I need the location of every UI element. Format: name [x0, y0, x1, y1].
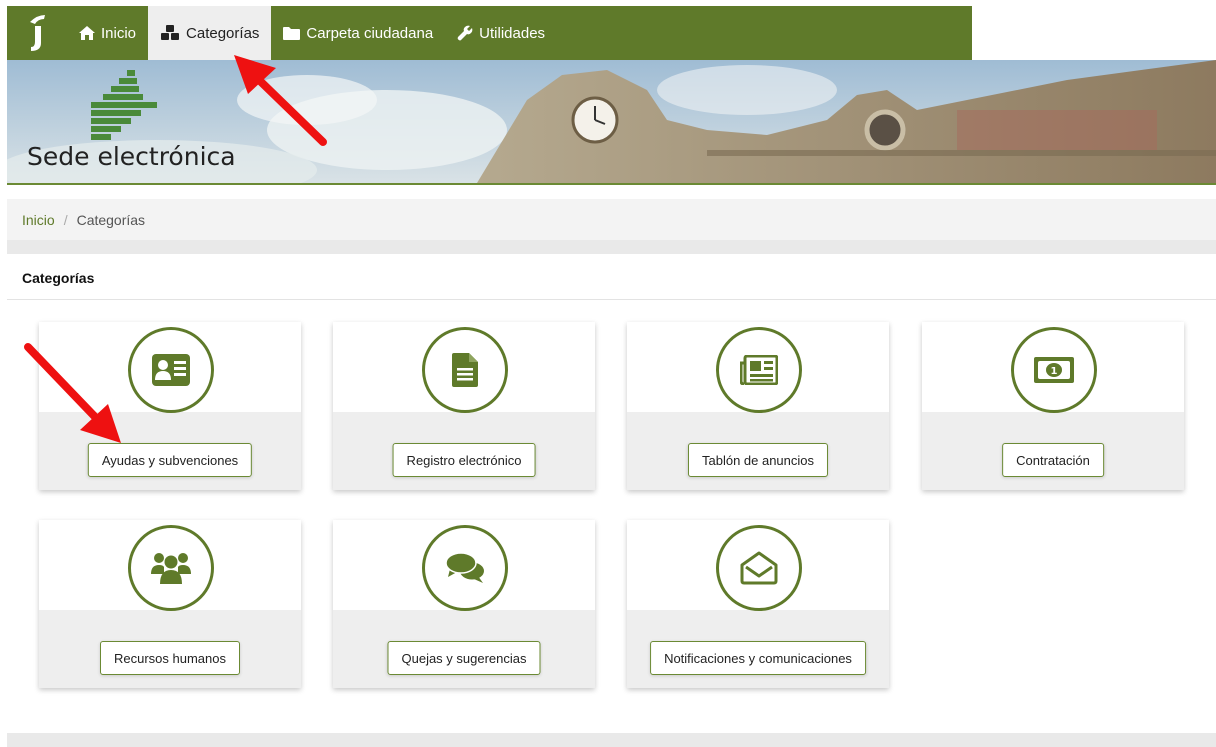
header-banner: Sede electrónica	[7, 60, 1216, 185]
category-label[interactable]: Contratación	[1002, 443, 1104, 477]
nav-item-label: Utilidades	[479, 24, 546, 42]
envelope-open-icon	[740, 551, 778, 585]
comments-icon	[446, 552, 484, 583]
section-divider	[7, 299, 1216, 300]
cubes-icon	[161, 25, 180, 40]
breadcrumb: Inicio / Categorías	[7, 199, 1216, 240]
nav-item-label: Categorías	[186, 24, 260, 42]
footer-strip	[7, 733, 1216, 747]
category-card-notificaciones-comunicaciones[interactable]: Notificaciones y comunicaciones	[627, 520, 889, 688]
newspaper-icon	[740, 355, 778, 385]
nav-item-categorias[interactable]: Categorías	[148, 6, 272, 60]
nav-item-label: Carpeta ciudadana	[306, 24, 434, 42]
category-label[interactable]: Quejas y sugerencias	[387, 641, 541, 675]
divider-strip	[7, 240, 1216, 254]
breadcrumb-separator: /	[63, 211, 68, 228]
site-logo[interactable]	[7, 6, 67, 60]
wrench-icon	[457, 25, 473, 41]
category-card-tablon-anuncios[interactable]: Tablón de anuncios	[627, 322, 889, 490]
category-card-quejas-sugerencias[interactable]: Quejas y sugerencias	[333, 520, 595, 688]
document-icon	[452, 353, 478, 387]
category-label[interactable]: Tablón de anuncios	[687, 443, 829, 477]
category-label[interactable]: Recursos humanos	[100, 641, 240, 675]
section-title: Categorías	[22, 270, 95, 286]
folder-icon	[283, 26, 301, 40]
nav-item-inicio[interactable]: Inicio	[67, 6, 148, 60]
home-icon	[79, 26, 95, 40]
category-label[interactable]: Ayudas y subvenciones	[87, 443, 253, 477]
category-card-registro-electronico[interactable]: Registro electrónico	[333, 322, 595, 490]
nav-item-utilidades[interactable]: Utilidades	[445, 6, 557, 60]
logo-icon	[30, 15, 45, 51]
svg-text:1: 1	[1051, 366, 1058, 377]
category-card-ayudas-subvenciones[interactable]: Ayudas y subvenciones	[39, 322, 301, 490]
banner-title: Sede electrónica	[27, 142, 236, 171]
id-card-icon	[152, 354, 190, 386]
category-label[interactable]: Registro electrónico	[392, 443, 536, 477]
users-icon	[151, 553, 191, 584]
nav-item-label: Inicio	[101, 24, 137, 42]
category-card-contratacion[interactable]: 1 Contratación	[922, 322, 1184, 490]
money-bill-icon: 1	[1034, 357, 1074, 383]
breadcrumb-home-link[interactable]: Inicio	[22, 212, 55, 228]
breadcrumb-current: Categorías	[76, 211, 146, 228]
category-label[interactable]: Notificaciones y comunicaciones	[650, 641, 866, 675]
nav-item-carpeta-ciudadana[interactable]: Carpeta ciudadana	[271, 6, 445, 60]
category-card-recursos-humanos[interactable]: Recursos humanos	[39, 520, 301, 688]
top-navbar: Inicio Categorías Carpeta ciudadana Util…	[7, 6, 972, 60]
